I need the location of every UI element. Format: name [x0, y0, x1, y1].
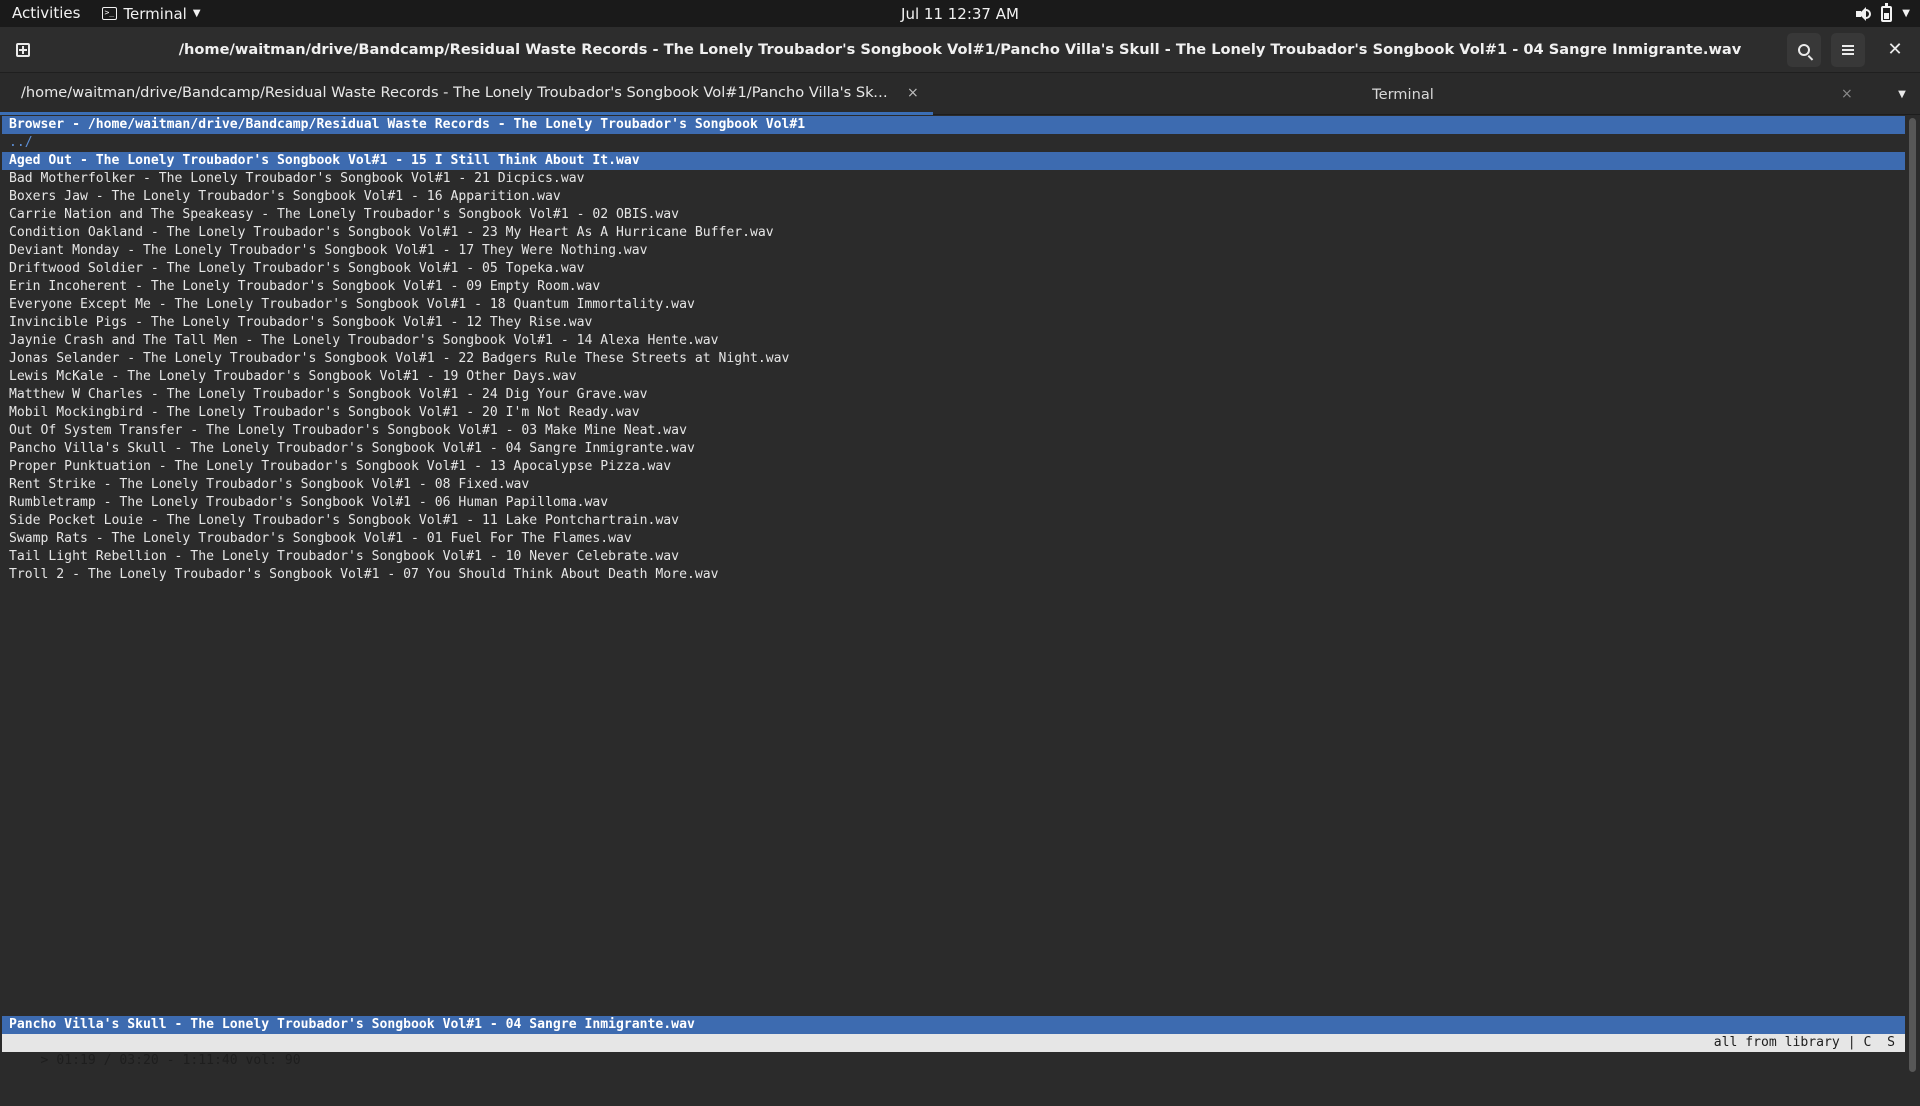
close-window-button[interactable]: ✕ — [1878, 33, 1912, 67]
window-title: /home/waitman/drive/Bandcamp/Residual Wa… — [178, 41, 1742, 58]
file-list-item[interactable]: Tail Light Rebellion - The Lonely Trouba… — [2, 548, 1905, 566]
parent-directory[interactable]: ../ — [2, 134, 1905, 152]
terminal-scrollbar[interactable] — [1909, 118, 1916, 1072]
clock-container: Jul 11 12:37 AM — [0, 5, 1920, 23]
app-menu[interactable]: >_ Terminal ▼ — [92, 5, 210, 23]
file-list-item[interactable]: Condition Oakland - The Lonely Troubador… — [2, 224, 1905, 242]
tab-label: /home/waitman/drive/Bandcamp/Residual Wa… — [21, 84, 890, 101]
file-list-item[interactable]: Mobil Mockingbird - The Lonely Troubador… — [2, 404, 1905, 422]
system-tray[interactable]: ▼ — [1855, 0, 1910, 27]
new-tab-button[interactable] — [6, 33, 40, 67]
file-list-item[interactable]: Side Pocket Louie - The Lonely Troubador… — [2, 512, 1905, 530]
tab-bar: /home/waitman/drive/Bandcamp/Residual Wa… — [0, 73, 1920, 115]
new-tab-icon — [16, 43, 30, 57]
tab-terminal[interactable]: Terminal × — [934, 73, 1882, 115]
app-name: Terminal — [123, 4, 187, 23]
file-list-item[interactable]: Rumbletramp - The Lonely Troubador's Son… — [2, 494, 1905, 512]
terminal-icon: >_ — [102, 7, 118, 20]
file-list-item[interactable]: Out Of System Transfer - The Lonely Trou… — [2, 422, 1905, 440]
chevron-down-icon[interactable]: ▼ — [1902, 8, 1910, 19]
file-list-item[interactable]: Jaynie Crash and The Tall Men - The Lone… — [2, 332, 1905, 350]
close-icon: ✕ — [1887, 39, 1903, 60]
file-list-item[interactable]: Deviant Monday - The Lonely Troubador's … — [2, 242, 1905, 260]
file-list-item[interactable]: Driftwood Soldier - The Lonely Troubador… — [2, 260, 1905, 278]
browser-header: Browser - /home/waitman/drive/Bandcamp/R… — [2, 116, 1905, 134]
file-list-item[interactable]: Carrie Nation and The Speakeasy - The Lo… — [2, 206, 1905, 224]
chevron-down-icon: ▼ — [192, 8, 201, 19]
chevron-down-icon: ▼ — [1898, 88, 1906, 100]
file-list-item[interactable]: Matthew W Charles - The Lonely Troubador… — [2, 386, 1905, 404]
now-playing-title: Pancho Villa's Skull - The Lonely Trouba… — [2, 1016, 1905, 1034]
file-list-item[interactable]: Everyone Except Me - The Lonely Troubado… — [2, 296, 1905, 314]
file-list-item[interactable]: Jonas Selander - The Lonely Troubador's … — [2, 350, 1905, 368]
file-list-item[interactable]: Erin Incoherent - The Lonely Troubador's… — [2, 278, 1905, 296]
search-button[interactable] — [1787, 33, 1821, 67]
file-list-item[interactable]: Lewis McKale - The Lonely Troubador's So… — [2, 368, 1905, 386]
file-list-item[interactable]: Rent Strike - The Lonely Troubador's Son… — [2, 476, 1905, 494]
file-list-item[interactable]: Pancho Villa's Skull - The Lonely Trouba… — [2, 440, 1905, 458]
speaker-icon[interactable] — [1855, 6, 1872, 22]
file-list-item[interactable]: Aged Out - The Lonely Troubador's Songbo… — [2, 152, 1905, 170]
playback-mode: all from library | C S — [1713, 1035, 1895, 1050]
hamburger-menu-icon — [1842, 45, 1854, 55]
file-list-item[interactable]: Bad Motherfolker - The Lonely Troubador'… — [2, 170, 1905, 188]
status-line: > 01:19 / 03:20 - 1:11:40 vol: 90 all fr… — [2, 1034, 1905, 1068]
menu-button[interactable] — [1831, 33, 1865, 67]
tab-list-dropdown[interactable]: ▼ — [1890, 73, 1914, 115]
gnome-top-bar: Activities >_ Terminal ▼ Jul 11 12:37 AM… — [0, 0, 1920, 27]
file-list-item[interactable]: Troll 2 - The Lonely Troubador's Songboo… — [2, 566, 1905, 584]
file-list-item[interactable]: Swamp Rats - The Lonely Troubador's Song… — [2, 530, 1905, 548]
activities-button[interactable]: Activities — [0, 0, 92, 27]
playback-status: > 01:19 / 03:20 - 1:11:40 vol: 90 — [40, 1053, 301, 1068]
clock[interactable]: Jul 11 12:37 AM — [901, 5, 1019, 23]
file-list-item[interactable]: Boxers Jaw - The Lonely Troubador's Song… — [2, 188, 1905, 206]
terminal-header-bar: /home/waitman/drive/Bandcamp/Residual Wa… — [0, 27, 1920, 73]
tab-label: Terminal — [1372, 85, 1434, 103]
terminal-view[interactable]: Browser - /home/waitman/drive/Bandcamp/R… — [0, 116, 1908, 1080]
tab-cmus[interactable]: /home/waitman/drive/Bandcamp/Residual Wa… — [0, 73, 933, 115]
file-list-item[interactable]: Invincible Pigs - The Lonely Troubador's… — [2, 314, 1905, 332]
search-icon — [1798, 44, 1810, 56]
file-list-item[interactable]: Proper Punktuation - The Lonely Troubado… — [2, 458, 1905, 476]
tab-close-icon[interactable]: × — [1841, 86, 1853, 102]
battery-icon[interactable] — [1881, 2, 1893, 22]
tab-close-icon[interactable]: × — [907, 85, 919, 101]
